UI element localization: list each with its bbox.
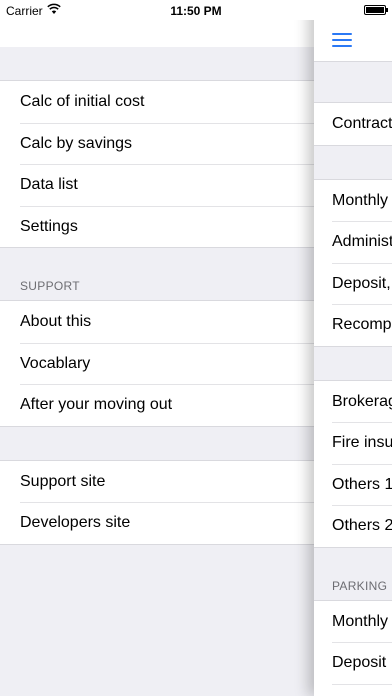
- status-bar: Carrier 11:50 PM: [0, 0, 392, 20]
- battery-icon: [364, 5, 388, 15]
- battery-fill: [366, 7, 384, 13]
- screen: Carrier 11:50 PM Calc of initial cost Ca…: [0, 0, 392, 696]
- panel-row-recomp[interactable]: Recomp: [314, 304, 392, 346]
- hamburger-menu-icon[interactable]: [332, 33, 352, 47]
- panel-spacer: [314, 145, 392, 179]
- panel-row-brokerage[interactable]: Brokerag: [314, 381, 392, 423]
- panel-row-monthly[interactable]: Monthly: [314, 180, 392, 222]
- panel-group-contract: Contract: [314, 102, 392, 146]
- panel-row-parking-monthly[interactable]: Monthly: [314, 601, 392, 643]
- parking-section-label: PARKING: [314, 547, 392, 600]
- panel-row-fire-insurance[interactable]: Fire insu: [314, 422, 392, 464]
- panel-spacer: [314, 62, 392, 102]
- panel-group-costs: Monthly Administ Deposit, Recomp: [314, 178, 392, 347]
- clock: 11:50 PM: [170, 4, 222, 18]
- panel-row-others-1[interactable]: Others 1: [314, 463, 392, 506]
- panel-row-contract[interactable]: Contract: [314, 103, 392, 145]
- panel-spacer: [314, 346, 392, 380]
- main-content-panel[interactable]: Contract Monthly Administ Deposit, Recom…: [314, 0, 392, 696]
- panel-row-deposit[interactable]: Deposit,: [314, 262, 392, 305]
- panel-group-fees: Brokerag Fire insu Others 1 Others 2: [314, 379, 392, 548]
- panel-row-others-2[interactable]: Others 2: [314, 505, 392, 547]
- panel-row-partial[interactable]: [314, 683, 392, 696]
- panel-row-parking-deposit[interactable]: Deposit: [314, 642, 392, 684]
- panel-group-parking: Monthly Deposit: [314, 599, 392, 696]
- panel-row-administ[interactable]: Administ: [314, 221, 392, 263]
